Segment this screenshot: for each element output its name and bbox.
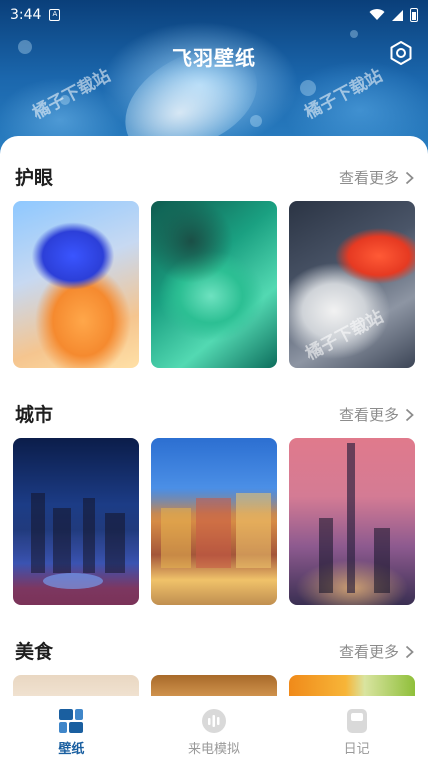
wallpaper-thumbnail[interactable] (13, 201, 139, 368)
app-title: 飞羽壁纸 (172, 46, 256, 70)
nav-tab-call-simulation[interactable]: 来电模拟 (143, 696, 286, 762)
view-more-label: 查看更多 (338, 406, 399, 424)
view-more-label: 查看更多 (338, 643, 399, 661)
view-more-link[interactable]: 查看更多 (339, 641, 414, 662)
view-more-label: 查看更多 (338, 169, 399, 187)
chevron-right-icon (405, 408, 414, 421)
section-title: 护眼 (15, 167, 54, 189)
chevron-right-icon (405, 645, 414, 658)
call-sim-icon (202, 709, 226, 733)
section-eye-care: 护眼 查看更多 橘子下载站 (0, 161, 428, 368)
diary-icon (346, 709, 367, 733)
section-title: 美食 (15, 641, 54, 663)
bottom-navigation: 壁纸 来电模拟 日记 (0, 696, 428, 762)
nav-label: 来电模拟 (188, 742, 241, 757)
view-more-link[interactable]: 查看更多 (339, 404, 414, 425)
nav-label: 日记 (343, 742, 370, 757)
wallpaper-grid-icon (59, 709, 84, 733)
content-sheet: 护眼 查看更多 橘子下载站 城市 查看更多 美食 查看更多 (0, 136, 428, 696)
wallpaper-thumbnail[interactable] (289, 675, 415, 696)
wallpaper-thumbnail[interactable] (151, 675, 277, 696)
status-time: 3:44 (10, 7, 42, 23)
signal-icon (392, 9, 403, 21)
battery-icon (410, 8, 418, 22)
wifi-icon (369, 9, 385, 20)
section-title: 城市 (15, 404, 54, 426)
sim-card-icon: A (49, 9, 61, 21)
wallpaper-thumbnail[interactable] (13, 438, 139, 605)
view-more-link[interactable]: 查看更多 (339, 167, 414, 188)
status-bar: 3:44 A (0, 0, 428, 30)
section-city: 城市 查看更多 (0, 398, 428, 605)
chevron-right-icon (405, 171, 414, 184)
wallpaper-thumbnail[interactable]: 橘子下载站 (289, 201, 415, 368)
wallpaper-thumbnail[interactable] (151, 438, 277, 605)
wallpaper-thumbnail[interactable] (289, 438, 415, 605)
settings-gear-icon[interactable] (388, 40, 414, 66)
wallpaper-thumbnail[interactable] (151, 201, 277, 368)
watermark-text: 橘子下载站 (302, 306, 387, 365)
wallpaper-thumbnail[interactable] (13, 675, 139, 696)
section-food: 美食 查看更多 (0, 635, 428, 696)
nav-label: 壁纸 (58, 742, 85, 757)
nav-tab-diary[interactable]: 日记 (285, 696, 428, 762)
nav-tab-wallpaper[interactable]: 壁纸 (0, 696, 143, 762)
